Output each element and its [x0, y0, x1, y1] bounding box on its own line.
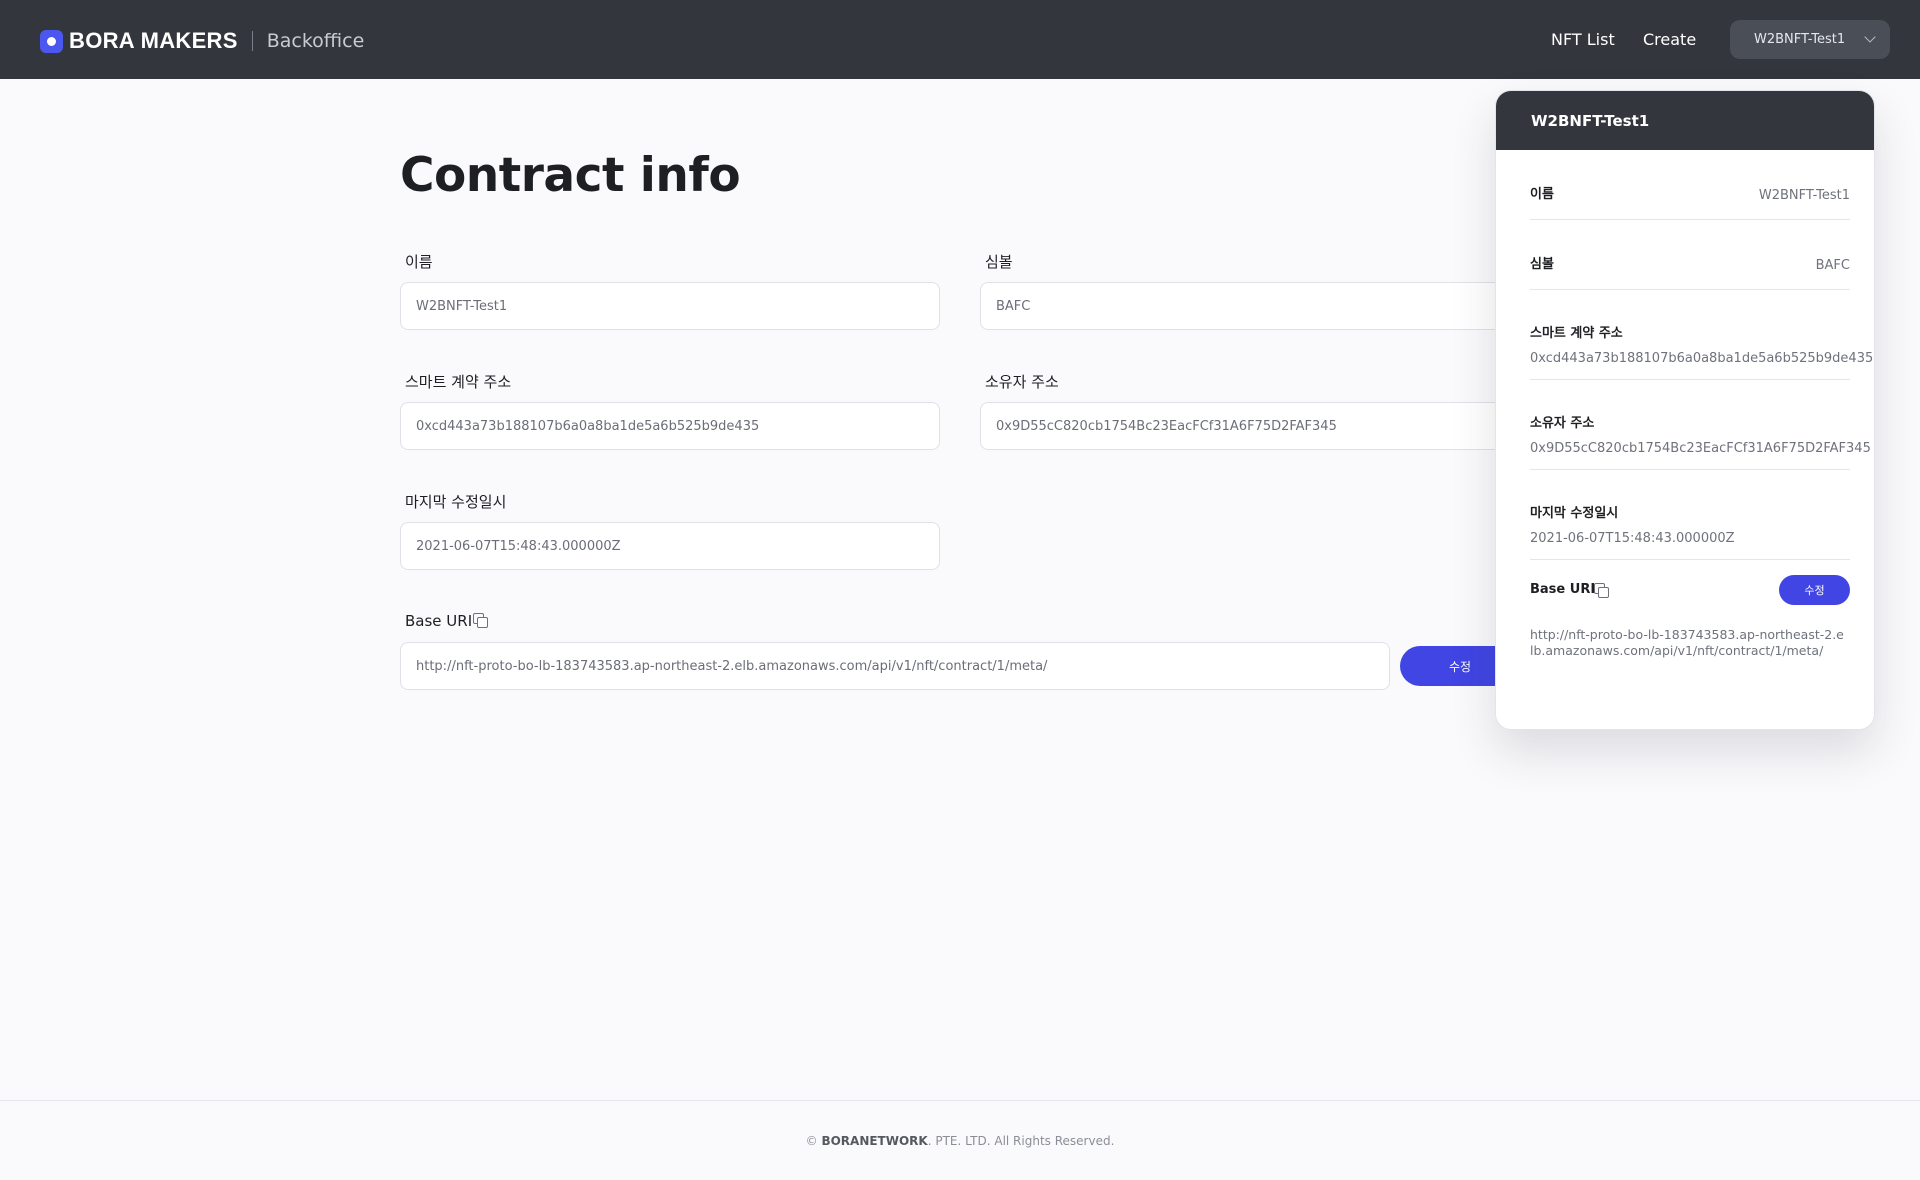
panel-name-value: W2BNFT-Test1	[1758, 188, 1850, 203]
panel-symbol-label: 심볼	[1530, 257, 1554, 272]
panel-row-name: 이름 W2BNFT-Test1	[1530, 150, 1850, 220]
page-title: Contract info	[400, 148, 741, 203]
footer: © BORANETWORK. PTE. LTD. All Rights Rese…	[0, 1134, 1920, 1148]
copyright-symbol: ©	[805, 1134, 818, 1148]
symbol-field[interactable]	[980, 282, 1520, 330]
last-modified-label: 마지막 수정일시	[405, 493, 507, 511]
panel-contract-address-value: 0xcd443a73b188107b6a0a8ba1de5a6b525b9de4…	[1530, 351, 1874, 366]
brand-subtitle: Backoffice	[266, 30, 365, 52]
panel-copy-icon[interactable]	[1594, 583, 1609, 598]
panel-row-contract-address: 스마트 계약 주소 0xcd443a73b188107b6a0a8ba1de5a…	[1530, 290, 1873, 380]
panel-title: W2BNFT-Test1	[1496, 91, 1874, 150]
panel-last-modified-label: 마지막 수정일시	[1530, 506, 1619, 521]
panel-symbol-value: BAFC	[1815, 258, 1850, 273]
owner-address-field[interactable]	[980, 402, 1520, 450]
panel-row-base-uri: Base URI 수정 http://nft-proto-bo-lb-18374…	[1530, 560, 1850, 700]
panel-contract-address-label: 스마트 계약 주소	[1530, 326, 1623, 341]
panel-owner-address-label: 소유자 주소	[1530, 416, 1595, 431]
footer-rights: . PTE. LTD. All Rights Reserved.	[927, 1134, 1115, 1148]
panel-row-last-modified: 마지막 수정일시 2021-06-07T15:48:43.000000Z	[1530, 470, 1850, 560]
panel-base-uri-label: Base URI	[1530, 582, 1596, 597]
name-label: 이름	[405, 253, 433, 271]
top-header: BORA MAKERS Backoffice NFT List Create W…	[0, 0, 1920, 79]
nav-nft-list[interactable]: NFT List	[1551, 30, 1615, 49]
copy-icon[interactable]	[473, 613, 488, 628]
panel-row-owner-address: 소유자 주소 0x9D55cC820cb1754Bc23EacFCf31A6F7…	[1530, 380, 1871, 470]
contract-summary-panel: W2BNFT-Test1 이름 W2BNFT-Test1 심볼 BAFC 스마트…	[1495, 90, 1875, 730]
last-modified-field[interactable]	[400, 522, 940, 570]
panel-body: 이름 W2BNFT-Test1 심볼 BAFC 스마트 계약 주소 0xcd44…	[1496, 150, 1874, 700]
symbol-label: 심볼	[985, 253, 1013, 271]
account-dropdown[interactable]: W2BNFT-Test1	[1730, 20, 1890, 59]
contract-address-label: 스마트 계약 주소	[405, 373, 512, 391]
panel-row-symbol: 심볼 BAFC	[1530, 220, 1850, 290]
footer-company: BORANETWORK	[821, 1134, 928, 1148]
chevron-down-icon	[1864, 31, 1876, 43]
panel-edit-button[interactable]: 수정	[1779, 575, 1850, 605]
contract-address-field[interactable]	[400, 402, 940, 450]
panel-owner-address-value: 0x9D55cC820cb1754Bc23EacFCf31A6F75D2FAF3…	[1530, 441, 1871, 456]
footer-divider	[0, 1100, 1920, 1101]
brand-logo[interactable]: BORA MAKERS Backoffice	[40, 28, 364, 54]
account-dropdown-label: W2BNFT-Test1	[1754, 32, 1846, 47]
brand-name: BORA MAKERS	[69, 28, 238, 53]
panel-last-modified-value: 2021-06-07T15:48:43.000000Z	[1530, 531, 1735, 546]
nav-create[interactable]: Create	[1643, 30, 1696, 49]
base-uri-label: Base URI	[405, 612, 473, 630]
owner-address-label: 소유자 주소	[985, 373, 1059, 391]
panel-base-uri-value: http://nft-proto-bo-lb-183743583.ap-nort…	[1530, 627, 1844, 658]
bora-logo-icon	[40, 29, 63, 53]
base-uri-field[interactable]	[400, 642, 1390, 690]
name-field[interactable]	[400, 282, 940, 330]
panel-name-label: 이름	[1530, 187, 1554, 202]
brand-divider	[251, 31, 253, 51]
